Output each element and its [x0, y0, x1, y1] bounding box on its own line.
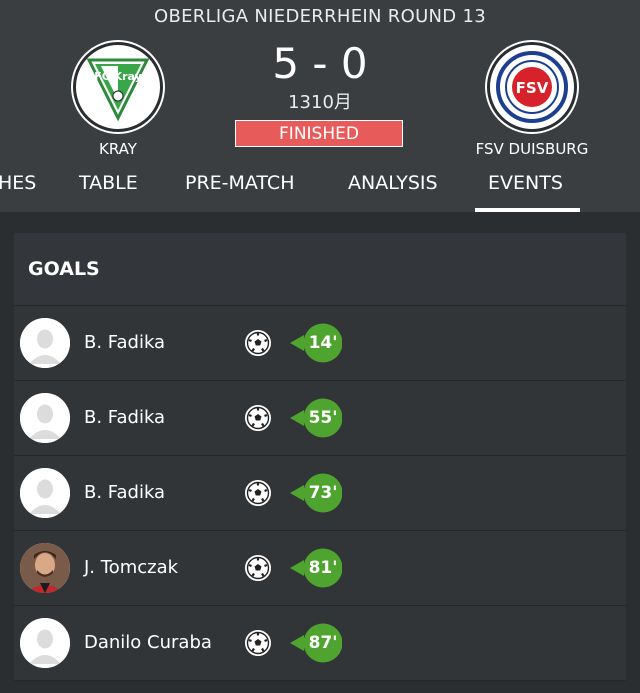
- goal-row[interactable]: J. Tomczak 81': [14, 531, 626, 606]
- goal-list: B. Fadika 14' B. Fadika 55' B. Fadika 73…: [14, 306, 626, 681]
- away-team-name[interactable]: FSV DUISBURG: [462, 140, 602, 158]
- player-name[interactable]: B. Fadika: [84, 407, 165, 428]
- placeholder-avatar[interactable]: [20, 393, 70, 443]
- goal-minute: 55': [308, 408, 338, 428]
- tab-bar: HES TABLE PRE-MATCH ANALYSIS EVENTS: [0, 168, 640, 212]
- goal-row[interactable]: B. Fadika 55': [14, 381, 626, 456]
- soccer-ball-icon: [245, 405, 271, 431]
- placeholder-avatar[interactable]: [20, 468, 70, 518]
- goal-minute: 87': [308, 633, 338, 653]
- league-round-title: OBERLIGA NIEDERRHEIN ROUND 13: [153, 6, 486, 27]
- placeholder-avatar-icon: [20, 318, 70, 368]
- goal-minute: 14': [308, 333, 338, 353]
- player-photo-icon: [20, 543, 70, 593]
- goal-minute-badge: 73': [290, 473, 342, 513]
- placeholder-avatar-icon: [20, 393, 70, 443]
- fsv-duisburg-crest-icon: FSV: [496, 51, 568, 123]
- placeholder-avatar-icon: [20, 468, 70, 518]
- tab-matches[interactable]: HES: [0, 172, 36, 194]
- tab-events[interactable]: EVENTS: [488, 172, 563, 194]
- placeholder-avatar-icon: [20, 618, 70, 668]
- soccer-ball-icon: [245, 555, 271, 581]
- soccer-ball-icon: [245, 330, 271, 356]
- goals-panel-header: GOALS: [14, 233, 626, 306]
- player-name[interactable]: J. Tomczak: [84, 557, 178, 578]
- match-status-badge: FINISHED: [235, 120, 403, 147]
- active-tab-indicator: [475, 208, 580, 212]
- goal-row[interactable]: B. Fadika 14': [14, 306, 626, 381]
- home-team-name[interactable]: KRAY: [48, 140, 188, 158]
- away-team-crest[interactable]: FSV: [487, 42, 577, 132]
- goal-minute: 73': [308, 483, 338, 503]
- goal-minute-badge: 87': [290, 623, 342, 663]
- match-header: OBERLIGA NIEDERRHEIN ROUND 13 FC Kray KR…: [0, 0, 640, 212]
- away-team[interactable]: FSV FSV DUISBURG: [462, 42, 602, 158]
- player-photo[interactable]: [20, 543, 70, 593]
- placeholder-avatar[interactable]: [20, 318, 70, 368]
- goals-panel: GOALS B. Fadika 14' B. Fadika 55' B. Fad…: [14, 233, 626, 681]
- goal-row[interactable]: Danilo Curaba 87': [14, 606, 626, 681]
- player-name[interactable]: B. Fadika: [84, 332, 165, 353]
- goal-row[interactable]: B. Fadika 73': [14, 456, 626, 531]
- soccer-ball-icon: [245, 630, 271, 656]
- tab-analysis[interactable]: ANALYSIS: [348, 172, 438, 194]
- tab-table[interactable]: TABLE: [79, 172, 138, 194]
- goals-title: GOALS: [28, 258, 100, 280]
- goal-minute-badge: 55': [290, 398, 342, 438]
- goal-minute-badge: 14': [290, 323, 342, 363]
- player-name[interactable]: B. Fadika: [84, 482, 165, 503]
- fsv-crest-text: FSV: [516, 79, 549, 97]
- placeholder-avatar[interactable]: [20, 618, 70, 668]
- goal-minute: 81': [308, 558, 338, 578]
- tab-pre-match[interactable]: PRE-MATCH: [185, 172, 294, 194]
- soccer-ball-icon: [245, 480, 271, 506]
- player-name[interactable]: Danilo Curaba: [84, 632, 212, 653]
- goal-minute-badge: 81': [290, 548, 342, 588]
